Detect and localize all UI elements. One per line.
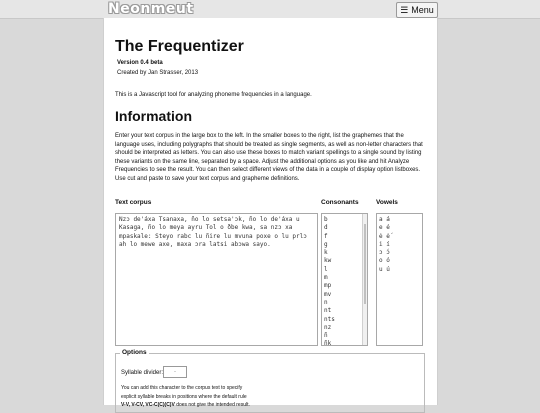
consonants-item: ñ [324,332,328,340]
page-title: The Frequentizer [115,38,244,55]
vowels-item: ė ė́ [379,232,390,240]
vowels-item: u ú [379,265,390,273]
consonants-item: mv [324,290,332,298]
consonants-label: Consonants [321,199,359,206]
vowels-list: a áe éė ė́ i íɔ ɔ́ o óu ú [379,216,420,274]
consonants-list: b d f g k kw l m mp mv n nt nts nz ñ ñk [324,216,365,346]
consonants-item: nz [324,323,332,331]
syllable-help-text: You can add this character to the corpus… [121,384,421,410]
syllable-divider-input[interactable]: · [163,366,187,378]
consonants-item: ñk [324,340,332,346]
version-label: Version 0.4 beta [117,60,163,66]
consonants-item: k [324,249,328,257]
consonants-item: l [324,265,328,273]
consonants-textarea[interactable]: b d f g k kw l m mp mv n nt nts nz ñ ñk [321,213,368,346]
options-legend: Options [120,349,149,356]
options-fieldset: Options Syllable divider: · You can add … [115,349,425,413]
consonants-item: nts [324,315,335,323]
menu-label: Menu [411,5,434,15]
help-line: explicit syllable breaks in positions wh… [121,393,247,400]
syllable-divider-label: Syllable divider: [121,370,164,376]
vowels-item: i í [379,240,390,248]
corpus-label: Text corpus [115,199,152,206]
help-line: You can add this character to the corpus… [121,385,243,391]
intro-text: This is a Javascript tool for analyzing … [115,92,312,98]
vowels-item: ɔ ɔ́ [379,249,390,257]
consonants-item: mp [324,282,332,290]
page-content: The Frequentizer Version 0.4 beta Create… [103,18,438,413]
consonants-item: b [324,216,328,223]
consonants-item: nt [324,307,332,315]
consonants-item: n [324,298,328,306]
consonants-item: m [324,274,328,282]
vowels-item: e é [379,224,390,232]
vowels-item: o ó [379,257,390,265]
creator-label: Created by Jan Strasser, 2013 [117,70,199,76]
consonants-item: g [324,240,328,248]
corpus-textarea[interactable]: Nzɔ de'áxa Tsanaxa, ño lo setsa'ɔk, ño l… [115,213,318,346]
information-heading: Information [115,108,192,124]
hamburger-icon: ☰ [400,4,409,15]
information-text: Enter your text corpus in the large box … [115,133,423,182]
consonants-item: kw [324,257,332,265]
consonants-item: f [324,232,328,240]
menu-button[interactable]: ☰ Menu [396,2,438,18]
help-line: V-V, V-CV, VC-C(C)(C)V does not give the… [121,401,421,410]
top-bar: Neonmeut ☰ Menu [0,0,540,19]
help-rule-rest: does not give the intended result. [174,402,250,408]
consonants-item: d [324,224,328,232]
site-logo[interactable]: Neonmeut [108,0,194,18]
vowels-textarea[interactable]: a áe éė ė́ i íɔ ɔ́ o óu ú [376,213,423,346]
vowels-item: a á [379,216,390,223]
help-rule: V-V, V-CV, VC-C(C)(C)V [121,402,175,408]
vowels-label: Vowels [376,199,398,206]
consonants-scrollbar[interactable] [362,214,367,345]
